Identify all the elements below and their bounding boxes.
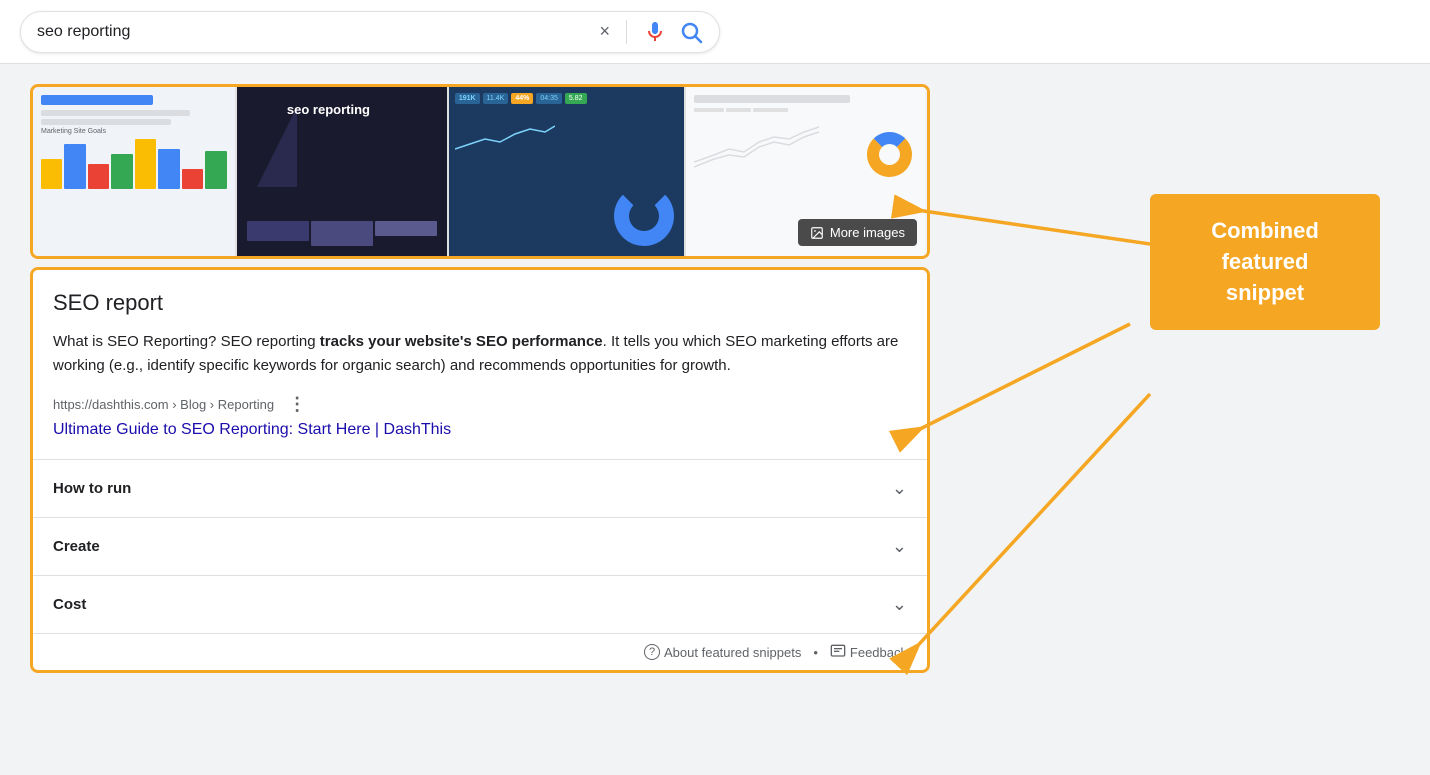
- options-menu-button[interactable]: ⋮: [288, 394, 306, 415]
- search-button[interactable]: [679, 20, 703, 44]
- faq-question-3: Cost: [53, 596, 86, 613]
- snippet-desc-part1: What is SEO Reporting? SEO reporting: [53, 333, 320, 350]
- faq-section: How to run ⌄ Create ⌄ Cost ⌄: [33, 459, 927, 633]
- snippet-link[interactable]: Ultimate Guide to SEO Reporting: Start H…: [53, 421, 451, 438]
- thumbnail-2[interactable]: seo reporting: [237, 87, 449, 256]
- chevron-down-icon-1: ⌄: [892, 478, 907, 499]
- chevron-down-icon-2: ⌄: [892, 536, 907, 557]
- about-snippets-button[interactable]: ? About featured snippets: [644, 644, 801, 660]
- mic-button[interactable]: [643, 20, 667, 44]
- image-carousel: Marketing Site Goals seo: [30, 84, 930, 259]
- more-images-label: More images: [830, 225, 905, 240]
- left-panel: Marketing Site Goals seo: [30, 84, 930, 673]
- combined-snippet-label: Combined featured snippet: [1150, 194, 1380, 330]
- image-icon: [810, 226, 824, 240]
- faq-item-cost[interactable]: Cost ⌄: [33, 576, 927, 633]
- about-snippets-label: About featured snippets: [664, 645, 801, 660]
- search-input[interactable]: seo reporting: [37, 23, 599, 41]
- footer-separator: •: [813, 645, 818, 660]
- snippet-description: What is SEO Reporting? SEO reporting tra…: [53, 330, 907, 378]
- annotation-panel: Combined featured snippet: [1150, 114, 1380, 330]
- chevron-down-icon-3: ⌄: [892, 594, 907, 615]
- faq-question-1: How to run: [53, 480, 131, 497]
- feedback-label: Feedback: [850, 645, 907, 660]
- snippet-url-text: https://dashthis.com › Blog › Reporting: [53, 397, 274, 412]
- search-bar-area: seo reporting ×: [0, 0, 1430, 64]
- feedback-button[interactable]: Feedback: [830, 644, 907, 660]
- faq-question-2: Create: [53, 538, 100, 555]
- snippet-footer: ? About featured snippets • Feedback: [33, 633, 927, 670]
- snippet-title: SEO report: [53, 290, 907, 316]
- faq-item-how-to-run[interactable]: How to run ⌄: [33, 460, 927, 518]
- help-icon: ?: [644, 644, 660, 660]
- combined-label-line3: snippet: [1226, 280, 1304, 305]
- seo-reporting-title: seo reporting: [287, 102, 370, 117]
- clear-button[interactable]: ×: [599, 21, 610, 42]
- snippet-desc-bold: tracks your website's SEO performance: [320, 333, 603, 350]
- search-icons-group: ×: [599, 20, 703, 44]
- feedback-icon: [830, 644, 846, 660]
- clear-icon: ×: [599, 21, 610, 42]
- faq-item-create[interactable]: Create ⌄: [33, 518, 927, 576]
- mic-icon: [643, 20, 667, 44]
- more-images-button[interactable]: More images: [798, 219, 917, 246]
- featured-snippet: SEO report What is SEO Reporting? SEO re…: [33, 270, 927, 459]
- combined-label-line1: Combined: [1211, 218, 1319, 243]
- featured-snippet-container: SEO report What is SEO Reporting? SEO re…: [30, 267, 930, 673]
- thumbnail-3[interactable]: 191K 11.4K 44% 04:35 5.82: [449, 87, 686, 256]
- search-icon: [679, 20, 703, 44]
- content-area: Marketing Site Goals seo: [0, 64, 1430, 693]
- main-container: seo reporting ×: [0, 0, 1430, 775]
- search-input-wrapper[interactable]: seo reporting ×: [20, 11, 720, 53]
- thumbnail-1[interactable]: Marketing Site Goals: [33, 87, 237, 256]
- combined-label-line2: featured: [1222, 249, 1309, 274]
- snippet-url-area: https://dashthis.com › Blog › Reporting …: [53, 394, 907, 415]
